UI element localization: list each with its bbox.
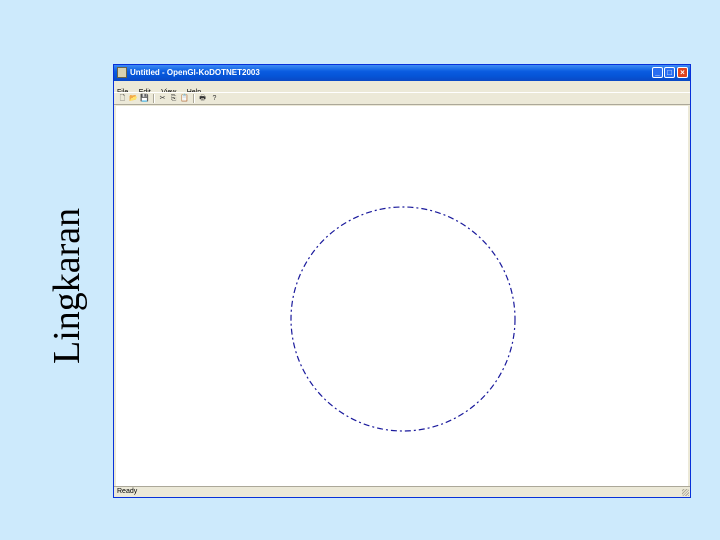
close-button[interactable]: × <box>677 67 688 78</box>
resize-grip[interactable] <box>682 489 689 496</box>
canvas-drawing <box>290 206 516 432</box>
paste-icon[interactable]: 📋 <box>180 94 189 103</box>
app-icon[interactable] <box>117 67 127 78</box>
toolbar-separator <box>153 94 155 103</box>
open-icon[interactable]: 📂 <box>129 94 138 103</box>
circle-shape <box>290 206 516 432</box>
toolbar-separator <box>193 94 195 103</box>
window-title: Untitled - OpenGl-KoDOTNET2003 <box>130 68 260 77</box>
help-icon[interactable]: ? <box>210 94 219 103</box>
maximize-button[interactable]: □ <box>664 67 675 78</box>
cut-icon[interactable]: ✂ <box>158 94 167 103</box>
app-window: Untitled - OpenGl-KoDOTNET2003 _ □ × Fil… <box>113 64 691 498</box>
slide-title: Lingkaran <box>46 207 88 364</box>
new-icon[interactable]: 🗋 <box>118 94 127 103</box>
opengl-canvas[interactable] <box>116 106 688 487</box>
copy-icon[interactable]: ⎘ <box>169 94 178 103</box>
print-icon[interactable]: 🖶 <box>198 94 207 103</box>
toolbar: 🗋 📂 💾 ✂ ⎘ 📋 🖶 ? <box>114 92 690 105</box>
status-bar: Ready <box>114 486 690 497</box>
title-bar[interactable]: Untitled - OpenGl-KoDOTNET2003 _ □ × <box>114 65 690 81</box>
save-icon[interactable]: 💾 <box>140 94 149 103</box>
menu-bar: File Edit View Help <box>114 81 690 96</box>
status-text: Ready <box>117 488 138 495</box>
minimize-button[interactable]: _ <box>652 67 663 78</box>
